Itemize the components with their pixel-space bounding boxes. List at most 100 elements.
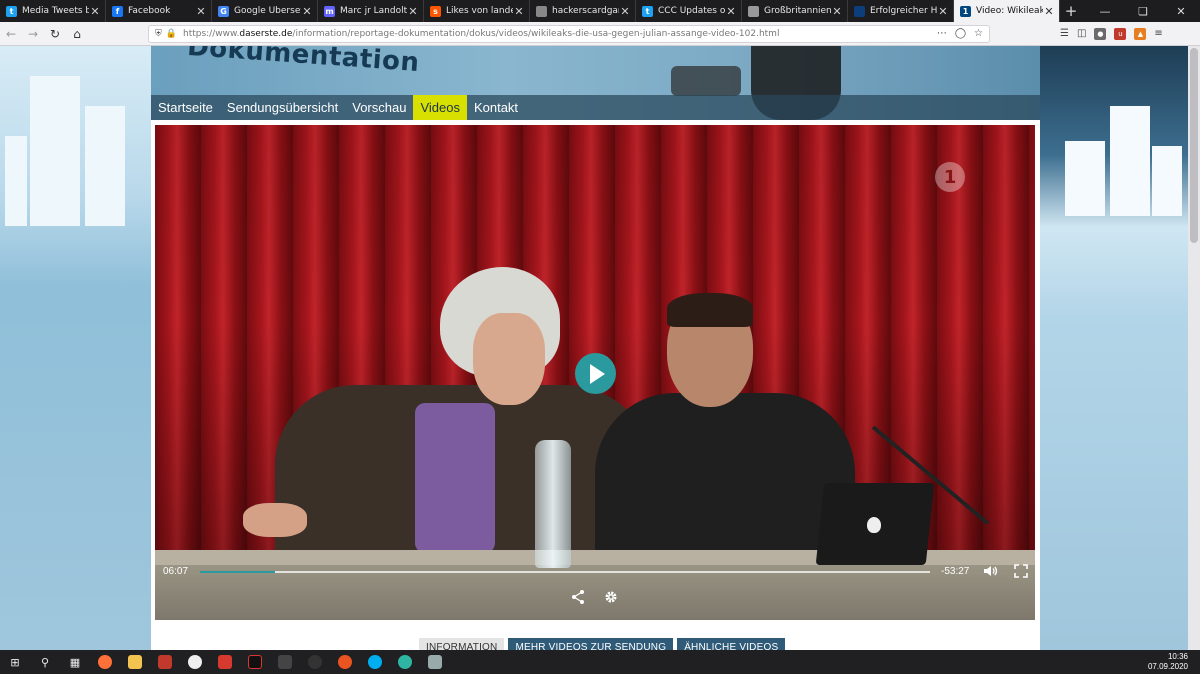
browser-tab[interactable]: t CCC Updates on Twi✕ [636, 0, 742, 22]
skype-icon[interactable] [360, 650, 390, 674]
video-figure-2-hair [667, 293, 753, 327]
info-tab[interactable]: ÄHNLICHE VIDEOS [677, 638, 786, 650]
video-player[interactable]: 1 06:07 -53:27 [155, 125, 1035, 620]
volume-icon[interactable] [982, 563, 998, 579]
info-tab[interactable]: MEHR VIDEOS ZUR SENDUNG [508, 638, 674, 650]
tab-favicon-icon [536, 5, 547, 17]
tab-close-icon[interactable]: ✕ [89, 5, 101, 18]
tab-title: CCC Updates on Twi [658, 6, 725, 16]
fullscreen-icon[interactable] [1013, 563, 1029, 579]
home-icon[interactable]: ⌂ [66, 23, 88, 45]
play-button[interactable] [575, 353, 616, 394]
edge-icon[interactable] [390, 650, 420, 674]
tab-title: Erfolgreicher Hackin [870, 6, 937, 16]
tab-favicon-icon: 1 [960, 5, 971, 17]
search-icon[interactable]: ⚲ [30, 650, 60, 674]
tab-close-icon[interactable]: ✕ [1043, 5, 1055, 18]
video-figure-face [473, 313, 545, 405]
page-scrollbar[interactable] [1188, 46, 1200, 650]
back-icon[interactable]: ← [0, 23, 22, 45]
time-current: 06:07 [163, 566, 189, 577]
restore-icon[interactable]: ❏ [1124, 0, 1162, 22]
web-page: Dokumentation Startseite Sendungsübersich… [0, 46, 1200, 650]
background-left [0, 46, 151, 650]
library-icon[interactable]: ☰ [1060, 28, 1069, 39]
address-bar[interactable]: ⛨ 🔒 https://www. daserste.de/information/… [148, 24, 990, 43]
tab-title: Großbritannien: Mut [764, 6, 831, 16]
forward-icon[interactable]: → [22, 23, 44, 45]
tab-close-icon[interactable]: ✕ [407, 5, 419, 18]
app-icon-github[interactable] [300, 650, 330, 674]
url-path: /information/reportage-dokumentation/dok… [292, 28, 780, 39]
nav-item-sendungsübersicht[interactable]: Sendungsübersicht [220, 95, 345, 120]
tab-close-icon[interactable]: ✕ [513, 5, 525, 18]
channel-logo: 1 [935, 162, 965, 192]
lock-icon[interactable]: 🔒 [166, 29, 177, 39]
tab-close-icon[interactable]: ✕ [831, 5, 843, 18]
app-icon-red[interactable] [150, 650, 180, 674]
tab-favicon-icon: s [430, 5, 441, 17]
nav-item-vorschau[interactable]: Vorschau [345, 95, 413, 120]
tab-favicon-icon [854, 5, 865, 17]
app-icon-live[interactable] [270, 650, 300, 674]
header-image-shape [671, 66, 741, 96]
browser-tab[interactable]: Großbritannien: Mut✕ [742, 0, 848, 22]
ubuntu-icon[interactable] [330, 650, 360, 674]
browser-tab[interactable]: s Likes von landev auf✕ [424, 0, 530, 22]
video-table-front [155, 565, 1035, 620]
minimize-icon[interactable]: — [1086, 0, 1124, 22]
tab-close-icon[interactable]: ✕ [725, 5, 737, 18]
app-icon-window[interactable] [420, 650, 450, 674]
reload-icon[interactable]: ↻ [44, 23, 66, 45]
account-icon[interactable]: ● [1094, 27, 1107, 40]
tab-title: Likes von landev auf [446, 6, 513, 16]
nav-item-kontakt[interactable]: Kontakt [467, 95, 525, 120]
progress-bar[interactable] [200, 571, 930, 573]
browser-tab[interactable]: f Facebook ✕ [106, 0, 212, 22]
tab-title: hackerscardgame.ch/jpg [552, 6, 619, 16]
tab-favicon-icon: t [6, 5, 17, 17]
scrollbar-thumb[interactable] [1190, 48, 1198, 243]
tab-close-icon[interactable]: ✕ [937, 5, 949, 18]
browser-tab[interactable]: t Media Tweets by Ma✕ [0, 0, 106, 22]
windows-start-icon[interactable]: ⊞ [0, 650, 30, 674]
browser-tab[interactable]: Erfolgreicher Hackin✕ [848, 0, 954, 22]
browser-tab[interactable]: 1 Video: Wikileaks - Re✕ [954, 0, 1060, 22]
site-brand: Dokumentation [186, 46, 421, 79]
browser-tab[interactable]: hackerscardgame.ch/jpg✕ [530, 0, 636, 22]
tab-title: Media Tweets by Ma [22, 6, 89, 16]
new-tab-button[interactable]: + [1060, 0, 1082, 22]
menu-icon[interactable]: ≡ [1154, 28, 1162, 39]
app-icon-black[interactable] [240, 650, 270, 674]
main-navigation: Startseite Sendungsübersicht Vorschau Video… [151, 95, 1040, 120]
browser-tab[interactable]: m Marc jr Landolt (@la✕ [318, 0, 424, 22]
app-icon-bird[interactable] [180, 650, 210, 674]
info-tab[interactable]: INFORMATION [419, 638, 505, 650]
browser-tab[interactable]: G Google Übersetzer✕ [212, 0, 318, 22]
sidebar-icon[interactable]: ◫ [1077, 28, 1086, 39]
firefox-icon[interactable] [90, 650, 120, 674]
browser-tab-strip: tMedia Tweets by Ma✕fFacebook✕GGoogle Üb… [0, 0, 1200, 22]
shield-icon[interactable]: ⛨ [155, 29, 162, 39]
close-window-icon[interactable]: ✕ [1162, 0, 1200, 22]
bookmark-star-icon[interactable]: ☆ [974, 28, 983, 39]
system-clock[interactable]: 10:36 07.09.2020 [1128, 652, 1200, 672]
nav-item-videos[interactable]: Videos [413, 95, 467, 120]
tab-favicon-icon: G [218, 5, 229, 17]
tab-title: Facebook [128, 6, 171, 16]
ublock-icon[interactable]: u [1114, 27, 1127, 40]
task-view-icon[interactable]: ▦ [60, 650, 90, 674]
tab-close-icon[interactable]: ✕ [301, 5, 313, 18]
tab-favicon-icon: t [642, 5, 653, 17]
extension-icon[interactable]: ▲ [1134, 27, 1147, 40]
page-actions-icon[interactable]: ⋯ [937, 28, 947, 39]
tab-close-icon[interactable]: ✕ [619, 5, 631, 18]
pocket-icon[interactable]: ◯ [955, 28, 966, 39]
settings-gear-icon[interactable] [603, 589, 619, 605]
tab-close-icon[interactable]: ✕ [195, 5, 207, 18]
share-icon[interactable] [570, 589, 586, 605]
app-icon-red-2[interactable] [210, 650, 240, 674]
video-bottle [535, 440, 571, 568]
nav-item-startseite[interactable]: Startseite [151, 95, 220, 120]
explorer-icon[interactable] [120, 650, 150, 674]
